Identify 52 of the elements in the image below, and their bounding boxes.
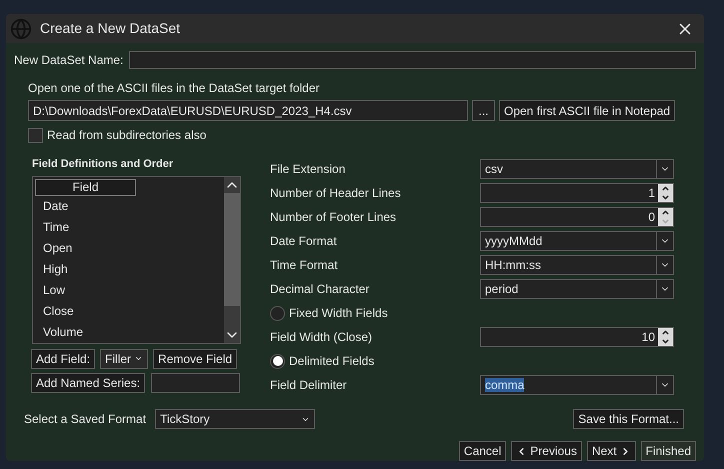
- checkbox[interactable]: [28, 128, 43, 142]
- add-named-series-button[interactable]: Add Named Series:: [31, 372, 146, 392]
- list-item[interactable]: Low: [35, 280, 66, 300]
- scroll-thumb[interactable]: [224, 192, 240, 306]
- number-spinner[interactable]: 10: [480, 327, 674, 347]
- named-series-input-field[interactable]: [151, 372, 240, 392]
- column-header[interactable]: Field: [35, 178, 136, 196]
- list-item[interactable]: Close: [35, 300, 74, 322]
- checkbox-label: Read from subdirectories also: [47, 127, 206, 144]
- scrollbar[interactable]: [224, 176, 240, 342]
- remove-field-button[interactable]: Remove Field: [153, 348, 238, 368]
- globe-icon: [10, 18, 32, 40]
- dropdown[interactable]: yyyyMMdd: [480, 231, 674, 251]
- browse-button[interactable]: ...: [472, 100, 495, 121]
- setting-label: Decimal Character: [270, 281, 370, 298]
- radio-label: Fixed Width Fields: [289, 305, 388, 322]
- dropdown[interactable]: HH:mm:ss: [480, 255, 674, 275]
- section-heading: Field Definitions and Order: [32, 157, 174, 172]
- dropdown[interactable]: csv: [480, 159, 674, 179]
- radio-button[interactable]: [270, 354, 285, 368]
- radio-button[interactable]: [270, 306, 285, 320]
- footer-button[interactable]: Previous: [511, 441, 582, 461]
- setting-label: Field Width (Close): [270, 329, 374, 346]
- dropdown[interactable]: period: [480, 279, 674, 299]
- setting-label: Time Format: [270, 257, 339, 274]
- footer-button[interactable]: Next: [586, 441, 636, 461]
- list-item[interactable]: Time: [35, 216, 70, 238]
- setting-label: Date Format: [270, 233, 338, 250]
- path-input-field[interactable]: D:\Downloads\ForexData\EURUSD\EURUSD_2023_H4.csv: [28, 100, 468, 121]
- setting-label: File Extension: [270, 161, 346, 178]
- radio-label: Delimited Fields: [289, 353, 374, 370]
- footer-button[interactable]: Cancel: [458, 441, 506, 461]
- list-item[interactable]: Volume: [35, 322, 84, 342]
- field-type-dropdown[interactable]: Filler: [100, 348, 148, 368]
- add-field-button[interactable]: Add Field:: [31, 348, 96, 368]
- field-label: Open one of the ASCII files in the DataSet target folder: [28, 80, 321, 97]
- name-input-field[interactable]: [129, 51, 696, 69]
- number-spinner[interactable]: 0: [480, 207, 674, 227]
- list-item[interactable]: High: [35, 258, 68, 280]
- number-spinner[interactable]: 1: [480, 183, 674, 203]
- setting-label: Field Delimiter: [270, 377, 348, 394]
- open-notepad-button[interactable]: Open first ASCII file in Notepad: [499, 100, 676, 121]
- list-item[interactable]: Open: [35, 238, 72, 258]
- save-format-button[interactable]: Save this Format...: [573, 409, 684, 429]
- field-label: New DataSet Name:: [14, 52, 124, 69]
- setting-label: Number of Footer Lines: [270, 209, 398, 226]
- setting-label: Number of Header Lines: [270, 185, 402, 202]
- saved-format-dropdown[interactable]: TickStory: [155, 409, 316, 429]
- list-item[interactable]: Date: [35, 196, 68, 216]
- caret-icon: [134, 354, 144, 363]
- window-title: Create a New DataSet: [40, 19, 182, 38]
- field-label: Select a Saved Format: [24, 411, 146, 428]
